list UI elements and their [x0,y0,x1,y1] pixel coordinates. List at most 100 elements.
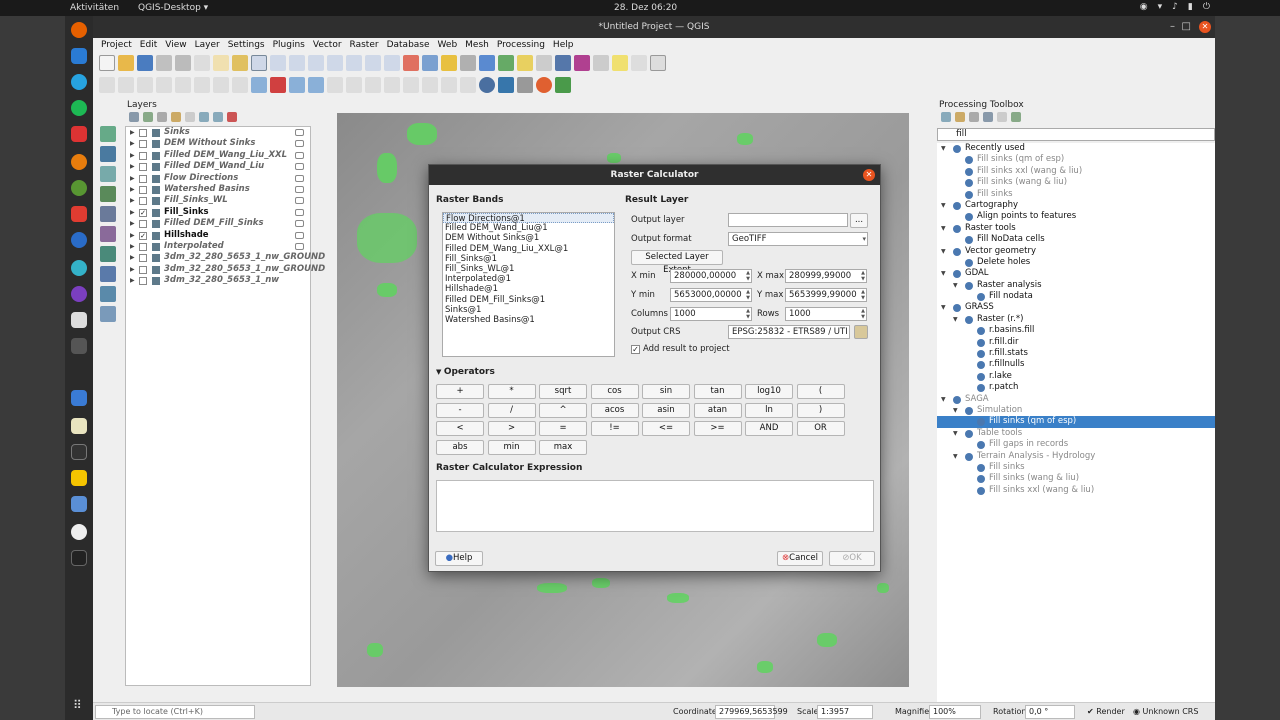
sum-icon[interactable] [574,55,590,71]
spinner-icon[interactable]: ▲ ▼ [746,308,750,320]
ymin-input[interactable]: 5653000,00000 ▲ ▼ [670,288,752,302]
operator-button[interactable]: ) [796,402,845,418]
pan-to-selection-icon[interactable] [232,55,248,71]
open-project-icon[interactable] [118,55,134,71]
toolbox-item[interactable]: Fill sinks (wang & liu) [937,473,1215,484]
reshape-icon[interactable] [422,77,438,93]
operator-button[interactable]: sqrt [539,384,587,399]
globe-icon[interactable] [479,77,495,93]
filter-icon[interactable] [171,112,181,122]
temporal-icon[interactable] [460,55,476,71]
tree-arrow-icon[interactable]: ▼ [941,200,946,211]
save-as-icon[interactable] [156,55,172,71]
vertex-tool-icon[interactable] [175,77,191,93]
spinner-icon[interactable]: ▲ ▼ [746,289,750,301]
layer-visibility-checkbox[interactable] [139,174,147,183]
toolbox-item[interactable]: ▼ GRASS [937,302,1215,313]
layer-visibility-checkbox[interactable]: ✓ [139,208,147,217]
label-icon[interactable] [631,55,647,71]
operator-button[interactable]: <= [642,421,690,437]
tree-arrow-icon[interactable]: ▼ [941,223,946,234]
layer-row[interactable]: ▶ Filled DEM_Fill_Sinks [126,218,310,229]
layer-indicator-icon[interactable] [295,174,304,182]
layer-visibility-checkbox[interactable] [139,129,147,137]
band-item[interactable]: Fill_Sinks_WL@1 [443,264,614,274]
menu-view[interactable]: View [161,38,190,52]
edit-icon[interactable] [99,77,115,93]
zoom-layer-icon[interactable] [327,55,343,71]
filter-legend-icon[interactable] [185,112,195,122]
layer-row[interactable]: ▶ DEM Without Sinks [126,138,310,149]
video-icon[interactable] [71,312,87,328]
toolbox-item[interactable]: ▼ Cartography [937,200,1215,211]
telegram-icon[interactable] [71,74,87,90]
add-group-icon[interactable] [143,112,153,122]
layer-visibility-checkbox[interactable] [139,220,147,229]
expand-arrow-icon[interactable]: ▶ [130,150,135,161]
expand-arrow-icon[interactable]: ▶ [130,184,135,195]
add-ring-icon[interactable] [460,77,476,93]
layer-visibility-checkbox[interactable] [139,151,147,160]
tree-arrow-icon[interactable]: ▼ [953,280,958,291]
scripts-icon[interactable] [955,112,965,122]
toolbox-item[interactable]: Fill nodata [937,291,1215,302]
layer-indicator-icon[interactable] [295,231,304,239]
toolbox-item[interactable]: r.fill.dir [937,337,1215,348]
band-item[interactable]: Interpolated@1 [443,274,614,284]
add-wms-icon[interactable] [100,266,116,282]
filezilla-icon[interactable] [71,206,87,222]
menu-mesh[interactable]: Mesh [461,38,493,52]
operator-button[interactable]: AND [745,421,793,437]
pan-icon[interactable] [213,55,229,71]
browse-output-button[interactable]: ... [850,213,868,228]
add-layer-icon[interactable] [100,306,116,322]
show-apps-icon[interactable]: ⠿ [73,698,82,712]
add-postgis-icon[interactable] [100,246,116,262]
layer-visibility-checkbox[interactable] [139,185,147,194]
simplify-icon[interactable] [384,77,400,93]
output-crs-select[interactable]: EPSG:25832 - ETRS89 / UTI ▾ [728,325,850,339]
text-editor-icon[interactable] [71,390,87,406]
layer-row[interactable]: ▶ 3dm_32_280_5653_1_nw_GROUND [126,264,325,275]
tree-arrow-icon[interactable]: ▼ [941,302,946,313]
toolbox-search-input[interactable]: fill [937,128,1215,141]
expand-arrow-icon[interactable]: ▶ [130,207,135,218]
operator-button[interactable]: atan [693,402,742,418]
measure-icon[interactable] [593,55,609,71]
processing-icon[interactable] [555,55,571,71]
operator-button[interactable]: ^ [539,402,587,418]
crs-button[interactable]: ◉ Unknown CRS [1133,707,1198,716]
band-item[interactable]: Filled DEM_Wand_Liu@1 [443,223,614,233]
add-feature-icon[interactable] [156,77,172,93]
toolbox-tree[interactable]: ▼ Recently used Fill sinks (qm of esp) Fill… [937,143,1215,703]
toolbox-item[interactable]: Align points to features [937,211,1215,222]
layer-row[interactable]: ▶ Flow Directions [126,173,310,184]
toolbox-item[interactable]: Fill sinks (qm of esp) [937,416,1215,428]
layer-row[interactable]: ▶ ✓ Hillshade [126,230,310,241]
operator-button[interactable]: acos [590,402,639,418]
open-styling-icon[interactable] [129,112,139,122]
operator-button[interactable]: min [487,440,536,456]
band-item[interactable]: Fill_Sinks@1 [443,254,614,264]
toolbox-item[interactable]: ▼ GDAL [937,268,1215,279]
operator-button[interactable]: asin [642,402,690,418]
menu-project[interactable]: Project [97,38,136,52]
columns-input[interactable]: 1000 ▲ ▼ [670,307,752,321]
annotation-icon[interactable] [612,55,628,71]
expand-arrow-icon[interactable]: ▶ [130,264,135,275]
gimp-icon[interactable] [71,338,87,354]
python-icon[interactable] [498,77,514,93]
add-virtual-icon[interactable] [100,226,116,242]
menu-plugins[interactable]: Plugins [269,38,309,52]
spinner-icon[interactable]: ▲ ▼ [861,289,865,301]
output-format-select[interactable]: GeoTIFF ▾ [728,232,868,246]
app-menu[interactable]: QGIS-Desktop ▾ [138,3,208,13]
menu-processing[interactable]: Processing [493,38,549,52]
tree-arrow-icon[interactable]: ▼ [941,268,946,279]
fill-ring-icon[interactable] [441,77,457,93]
operator-button[interactable]: > [487,421,536,437]
deselect-icon[interactable] [536,55,552,71]
tree-arrow-icon[interactable]: ▼ [953,428,958,439]
spinner-icon[interactable]: ▲ ▼ [746,270,750,282]
pencil-icon[interactable] [118,77,134,93]
